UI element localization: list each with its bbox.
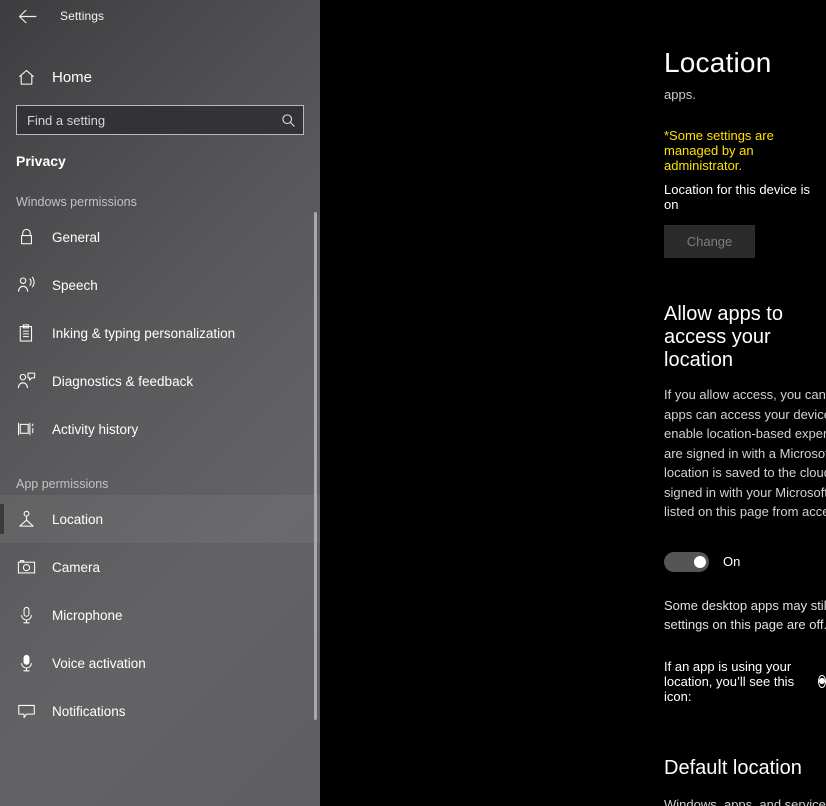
lock-icon xyxy=(16,227,36,247)
change-button[interactable]: Change xyxy=(664,225,755,259)
microphone-icon xyxy=(16,605,36,625)
sidebar-item-diagnostics-feedback-label: Diagnostics & feedback xyxy=(52,373,194,389)
home-icon xyxy=(16,67,36,87)
sidebar-item-notifications-label: Notifications xyxy=(52,703,126,719)
settings-window: Settings Home Privacy Windows permission… xyxy=(0,0,826,806)
sidebar-item-microphone-label: Microphone xyxy=(52,607,123,623)
location-person-icon xyxy=(16,509,36,529)
speech-person-icon xyxy=(16,275,36,295)
activity-history-icon xyxy=(16,419,36,439)
clipboard-icon xyxy=(16,323,36,343)
sidebar-item-activity-history[interactable]: Activity history xyxy=(0,405,320,453)
search-icon[interactable] xyxy=(279,111,297,129)
location-indicator-icon xyxy=(818,674,826,688)
back-arrow-icon[interactable] xyxy=(12,3,42,29)
sidebar-item-general-label: General xyxy=(52,229,101,245)
device-location-state: Location for this device is on xyxy=(664,182,810,213)
sidebar-item-voice-activation-label: Voice activation xyxy=(52,655,146,671)
sidebar-group-heading-app-permissions: App permissions xyxy=(16,477,109,491)
voice-activation-icon xyxy=(16,653,36,673)
location-indicator-note-text: If an app is using your location, you’ll… xyxy=(664,658,795,704)
search-input[interactable] xyxy=(27,106,279,134)
sidebar-item-location-label: Location xyxy=(52,511,104,527)
sidebar-item-home-label: Home xyxy=(52,68,93,86)
sidebar-item-microphone[interactable]: Microphone xyxy=(0,591,320,639)
sidebar-item-inking-typing-personalization-label: Inking & typing personalization xyxy=(52,325,236,341)
sidebar: Settings Home Privacy Windows permission… xyxy=(0,0,320,806)
allow-apps-description: If you allow access, you can use the set… xyxy=(664,387,826,520)
sidebar-item-speech[interactable]: Speech xyxy=(0,261,320,309)
sidebar-scrollbar-thumb[interactable] xyxy=(314,212,317,720)
page-title: Location xyxy=(664,47,772,78)
toggle-knob xyxy=(694,555,706,568)
notification-bubble-icon xyxy=(16,701,36,721)
sidebar-category-title: Privacy xyxy=(16,153,66,169)
main-content: Location apps. *Some settings are manage… xyxy=(320,0,826,806)
sidebar-item-camera[interactable]: Camera xyxy=(0,543,320,591)
location-indicator-note: If an app is using your location, you’ll… xyxy=(664,659,826,704)
sidebar-item-diagnostics-feedback[interactable]: Diagnostics & feedback xyxy=(0,357,320,405)
title-bar: Settings xyxy=(0,0,320,32)
clipped-paragraph-tail: apps. xyxy=(664,87,696,103)
search-box[interactable] xyxy=(16,105,304,135)
sidebar-item-voice-activation[interactable]: Voice activation xyxy=(0,639,320,687)
sidebar-item-inking-typing-personalization[interactable]: Inking & typing personalization xyxy=(0,309,320,357)
admin-managed-note: *Some settings are managed by an adminis… xyxy=(664,128,774,174)
sidebar-item-camera-label: Camera xyxy=(52,559,101,575)
camera-icon xyxy=(16,557,36,577)
allow-apps-toggle-row: On xyxy=(664,551,826,572)
sidebar-item-notifications[interactable]: Notifications xyxy=(0,687,320,735)
default-location-heading: Default location xyxy=(664,756,802,779)
feedback-person-icon xyxy=(16,371,36,391)
sidebar-item-home[interactable]: Home xyxy=(0,57,320,97)
default-location-description: Windows, apps, and services can use this… xyxy=(664,796,826,806)
desktop-apps-note: Some desktop apps may still be able to d… xyxy=(664,596,826,634)
desktop-apps-note-text: Some desktop apps may still be able to d… xyxy=(664,597,826,632)
allow-apps-heading: Allow apps to access your location xyxy=(664,303,783,372)
sidebar-item-location[interactable]: Location xyxy=(0,495,320,543)
sidebar-item-activity-history-label: Activity history xyxy=(52,421,139,437)
sidebar-item-general[interactable]: General xyxy=(0,213,320,261)
sidebar-item-speech-label: Speech xyxy=(52,277,98,293)
sidebar-group-heading-windows-permissions: Windows permissions xyxy=(16,195,137,209)
allow-apps-toggle[interactable] xyxy=(664,551,709,572)
app-title: Settings xyxy=(60,9,105,23)
allow-apps-toggle-state: On xyxy=(723,554,741,570)
